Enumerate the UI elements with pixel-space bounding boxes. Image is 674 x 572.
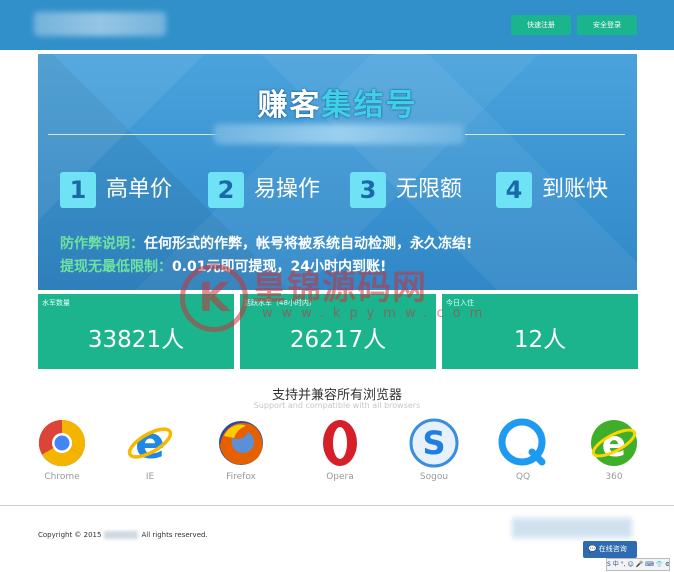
footer-divider (0, 505, 674, 506)
anti-cheat-note: 防作弊说明：任何形式的作弊，帐号将被系统自动检测，永久冻结! (60, 233, 472, 253)
svg-text:e: e (135, 418, 165, 468)
360-browser-icon: e (591, 420, 637, 466)
feature-label: 高单价 (106, 177, 173, 202)
banner-divider-right (465, 134, 625, 135)
stat-total-users: 水军数量 33821人 (38, 294, 234, 369)
stat-label: 水军数量 (42, 299, 70, 307)
browser-sogou: S Sogou (404, 418, 464, 482)
top-header: 快速注册 安全登录 (0, 0, 674, 50)
copyright: Copyright © 2015 All rights reserved. (38, 531, 208, 539)
copyright-suffix: All rights reserved. (141, 531, 208, 539)
feature-number: 2 (208, 172, 244, 208)
browser-opera: Opera (310, 418, 370, 482)
browser-section-subtitle: Support and compatible with all browsers (253, 401, 421, 410)
browser-ie: e IE (120, 418, 180, 482)
withdraw-text: 0.01元即可提现，24小时内到账! (172, 259, 387, 275)
stat-label: 活跃水军（48小时内） (244, 299, 316, 307)
banner-divider-left (48, 134, 226, 135)
withdraw-note: 提现无最低限制：0.01元即可提现，24小时内到账! (60, 256, 386, 276)
stat-label: 今日入住 (446, 299, 474, 307)
feature-number: 4 (496, 172, 532, 208)
chrome-icon (38, 419, 86, 467)
stat-value: 12人 (513, 327, 567, 353)
feature-label: 无限额 (396, 177, 463, 202)
register-button[interactable]: 快速注册 (511, 15, 571, 35)
svg-text:S: S (422, 424, 445, 462)
banner-title: 赚客集结号 (38, 80, 637, 124)
login-button[interactable]: 安全登录 (577, 15, 637, 35)
stat-active-users: 活跃水军（48小时内） 26217人 (240, 294, 436, 369)
qq-browser-icon (498, 418, 546, 466)
browser-name: Sogou (419, 472, 449, 482)
chat-label: 在线咨询 (598, 545, 627, 553)
browser-firefox: Firefox (211, 418, 271, 482)
site-logo[interactable] (34, 12, 166, 36)
banner-subtitle-blurred (214, 124, 464, 144)
browser-qq: QQ (493, 418, 553, 482)
browser-chrome: Chrome (32, 418, 92, 482)
stat-value: 33821人 (87, 327, 185, 353)
stat-value: 26217人 (289, 327, 387, 353)
ime-toolbar[interactable]: S 中 °, ☺ 🎤 ⌨ 👕 ⚙ (606, 558, 670, 571)
browser-name: Chrome (44, 472, 80, 482)
feature-number: 1 (60, 172, 96, 208)
online-chat-button[interactable]: 💬 在线咨询 (583, 541, 637, 558)
browser-name: 360 (605, 472, 623, 482)
feature-number: 3 (350, 172, 386, 208)
opera-icon (323, 420, 357, 466)
firefox-icon (219, 421, 263, 465)
feature-label: 易操作 (254, 177, 321, 202)
copyright-prefix: Copyright © 2015 (38, 531, 102, 539)
stat-today-joined: 今日入住 12人 (442, 294, 638, 369)
copyright-site-blurred (104, 531, 139, 539)
hero-banner: 赚客集结号 1 高单价 2 易操作 3 无限额 4 到账快 防作弊说明：任何形式… (38, 54, 637, 290)
feature-label: 到账快 (542, 177, 609, 202)
banner-title-part1: 赚客 (257, 88, 322, 123)
withdraw-key: 提现无最低限制： (60, 259, 172, 275)
chat-bubble-icon: 💬 (588, 545, 597, 553)
banner-title-part2: 集结号 (321, 88, 418, 123)
footer-info-blurred (512, 518, 632, 538)
browser-name: IE (145, 472, 155, 482)
browser-name: Opera (326, 472, 354, 482)
browser-360: e 360 (584, 418, 644, 482)
anti-cheat-text: 任何形式的作弊，帐号将被系统自动检测，永久冻结! (144, 236, 473, 252)
ie-icon: e (127, 418, 173, 468)
anti-cheat-key: 防作弊说明： (60, 236, 144, 252)
browser-name: QQ (515, 472, 531, 482)
sogou-icon: S (409, 418, 459, 468)
browser-name: Firefox (226, 472, 256, 482)
